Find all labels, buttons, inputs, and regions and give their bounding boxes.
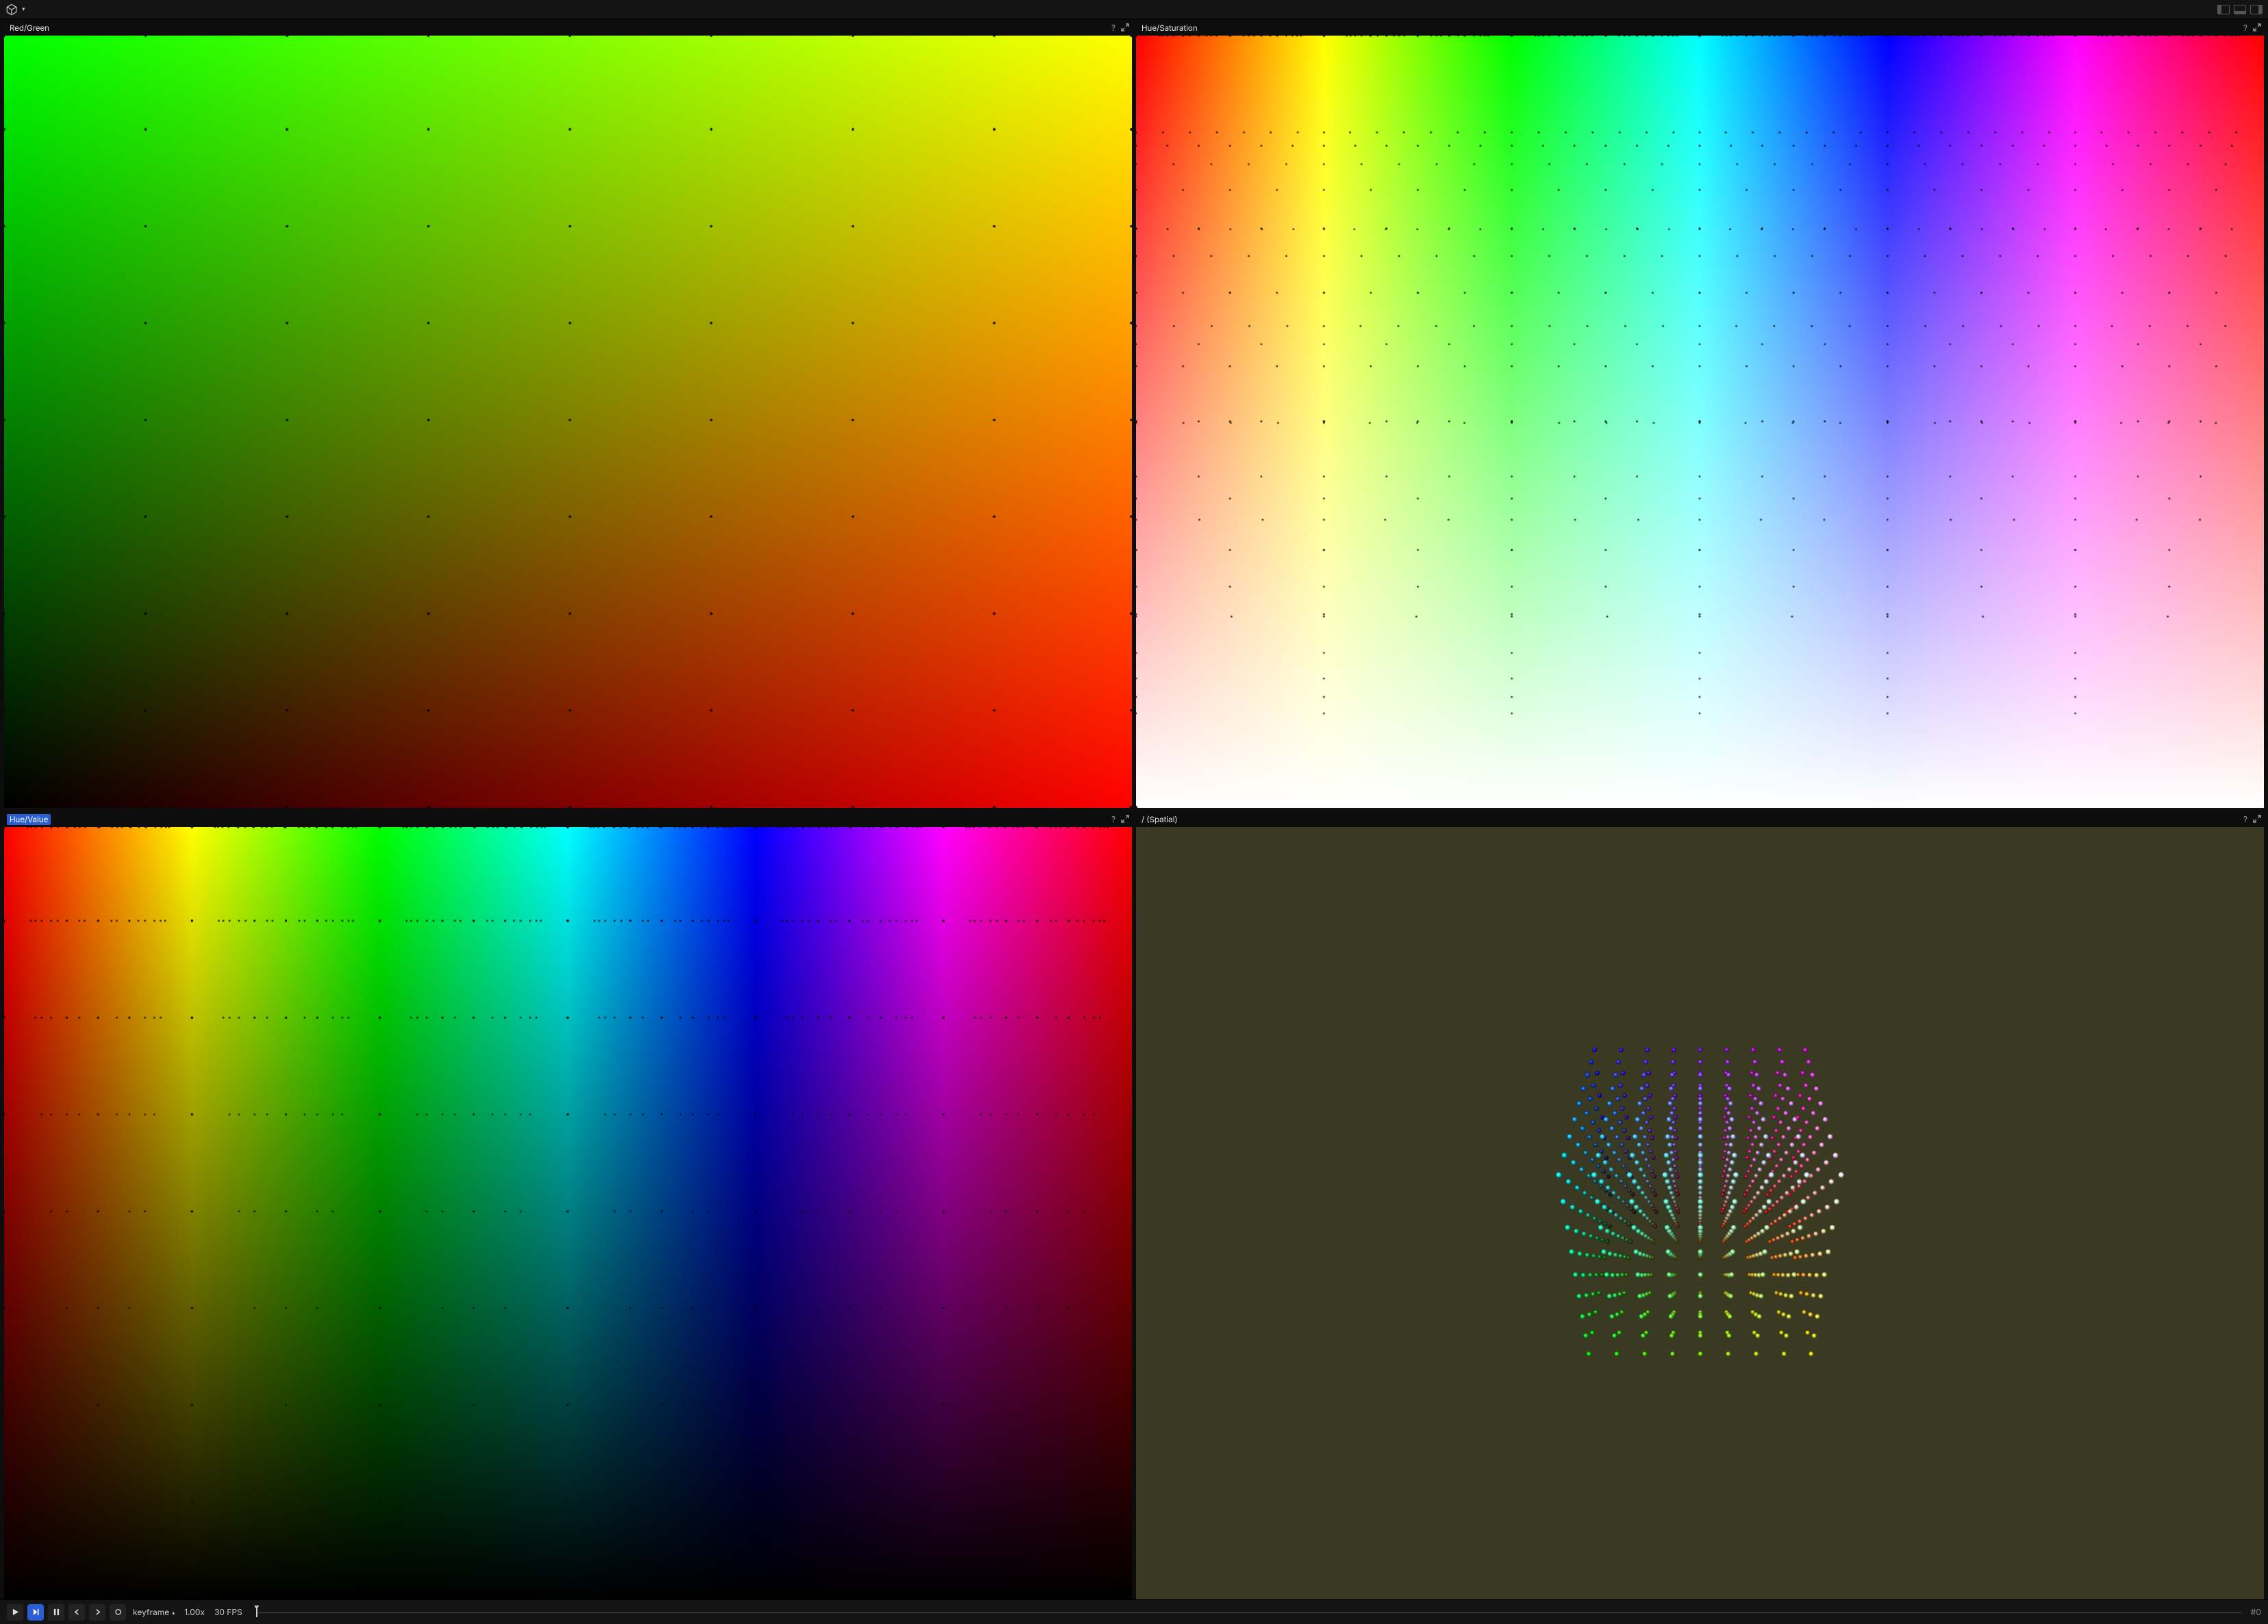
maximize-icon[interactable] [1121,815,1129,824]
viewport-grid: Red/Green ? Hue/Saturation ? [0,19,2268,1599]
panel-title[interactable]: Red/Green [7,23,52,34]
panel-header: Red/Green ? [4,21,1132,36]
play-button[interactable] [7,1604,23,1621]
step-forward-button[interactable] [27,1604,44,1621]
panel-header: / (Spatial) ? [1136,812,2264,827]
maximize-icon[interactable] [1121,23,1129,33]
prev-button[interactable] [68,1604,85,1621]
timeline-line [259,1612,2241,1613]
timeline-playhead[interactable] [256,1608,257,1617]
panel-hue-value: Hue/Value ? [4,812,1132,1599]
maximize-icon[interactable] [2253,23,2261,33]
menubar: ▾ [0,0,2268,19]
help-icon[interactable]: ? [2243,24,2247,32]
timeline-end-label: #0 [2251,1607,2261,1617]
loop-button[interactable] [110,1604,126,1621]
help-icon[interactable]: ? [2243,815,2247,824]
panel-red-green: Red/Green ? [4,21,1132,808]
chevron-down-icon: ▾ [22,5,25,13]
panel-title[interactable]: / (Spatial) [1139,814,1181,825]
timeline-toolbar: keyframe ▴ 1.00x 30 FPS #0 [0,1599,2268,1624]
layout-toggle-group [2217,5,2263,14]
viewport-red-green[interactable] [4,36,1132,808]
toggle-left-panel-button[interactable] [2217,5,2230,14]
timeline-mode-selector[interactable]: keyframe ▴ [130,1607,177,1617]
help-icon[interactable]: ? [1111,24,1116,32]
panel-header: Hue/Saturation ? [1136,21,2264,36]
app-menu-button[interactable]: ▾ [5,3,25,16]
next-button[interactable] [89,1604,105,1621]
viewport-hue-saturation[interactable] [1136,36,2264,808]
panel-header: Hue/Value ? [4,812,1132,827]
help-icon[interactable]: ? [1111,815,1116,824]
chevron-up-icon: ▴ [172,1609,175,1616]
timeline-speed[interactable]: 1.00x [181,1607,207,1617]
viewport-spatial[interactable] [1136,827,2264,1599]
timeline-track[interactable] [255,1606,2241,1619]
pause-button[interactable] [48,1604,64,1621]
timeline-mode-label: keyframe [133,1607,169,1617]
timeline-fps[interactable]: 30 FPS [212,1607,245,1617]
panel-spatial: / (Spatial) ? [1136,812,2264,1599]
app-logo-icon [5,3,18,16]
panel-hue-saturation: Hue/Saturation ? [1136,21,2264,808]
maximize-icon[interactable] [2253,815,2261,824]
viewport-hue-value[interactable] [4,827,1132,1599]
panel-title[interactable]: Hue/Saturation [1139,23,1200,34]
toggle-right-panel-button[interactable] [2250,5,2263,14]
app-root: ▾ Red/Green ? Hue [0,0,2268,1624]
toggle-bottom-panel-button[interactable] [2234,5,2246,14]
panel-title[interactable]: Hue/Value [7,814,51,825]
